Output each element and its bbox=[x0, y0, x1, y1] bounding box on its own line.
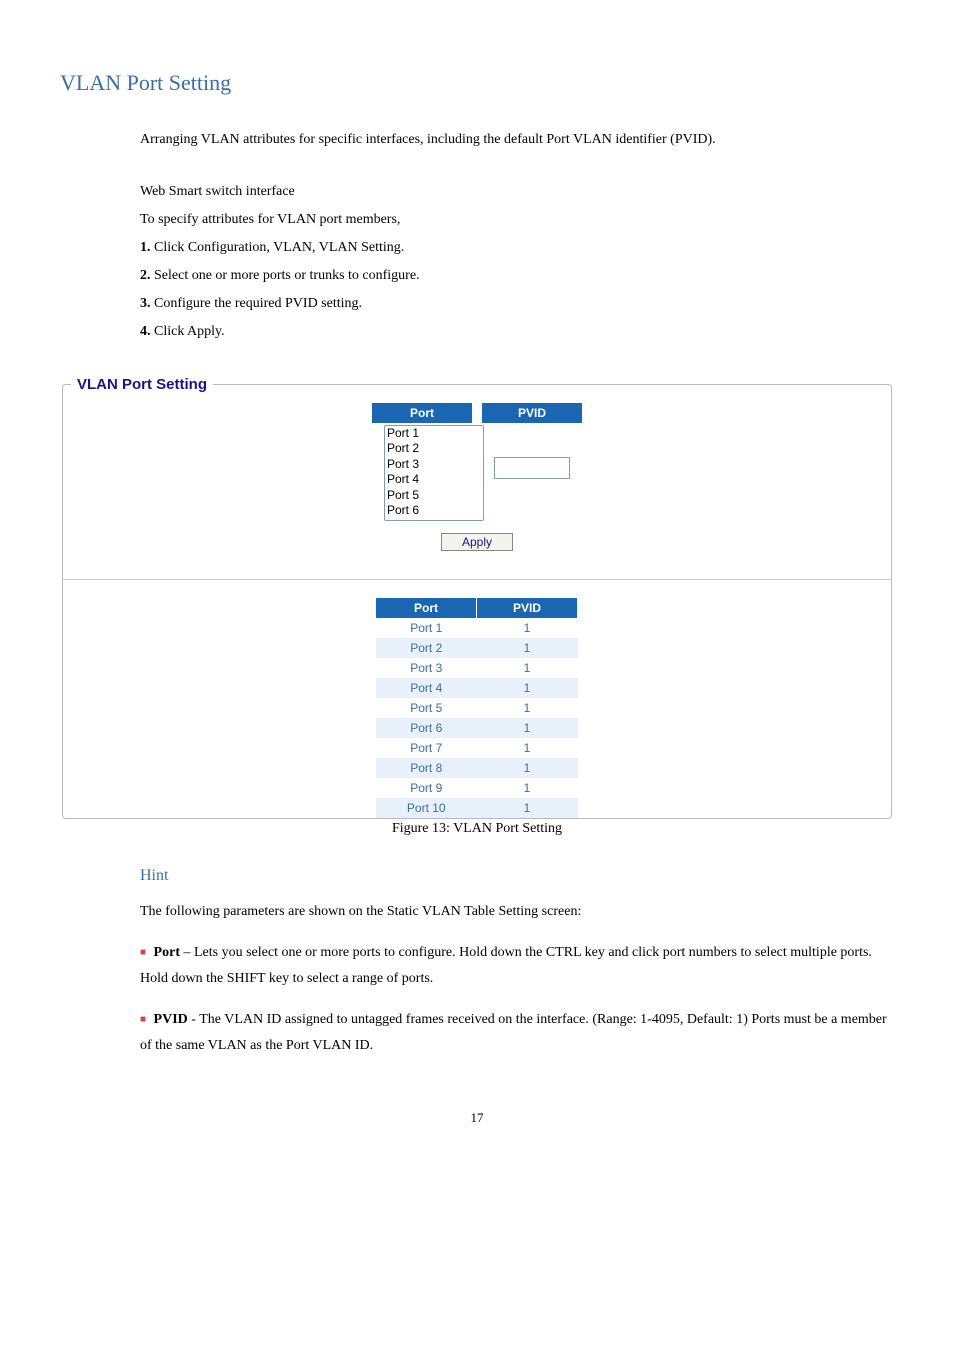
step-text: Configure the required PVID setting. bbox=[151, 296, 363, 311]
form-input-row: Port 1 Port 2 Port 3 Port 4 Port 5 Port … bbox=[384, 425, 570, 521]
port-option[interactable]: Port 1 bbox=[385, 426, 483, 441]
cell-pvid: 1 bbox=[477, 618, 578, 638]
cell-pvid: 1 bbox=[477, 658, 578, 678]
hint-item-text: The VLAN ID assigned to untagged frames … bbox=[140, 1012, 887, 1054]
form-header-row: Port PVID bbox=[372, 403, 582, 423]
cell-pvid: 1 bbox=[477, 698, 578, 718]
figure-caption: Figure 13: VLAN Port Setting bbox=[60, 821, 894, 837]
cell-port: Port 8 bbox=[376, 758, 477, 778]
cell-pvid: 1 bbox=[477, 678, 578, 698]
table-row: Port 61 bbox=[376, 718, 578, 738]
step-2: 2. Select one or more ports or trunks to… bbox=[140, 262, 894, 290]
cell-pvid: 1 bbox=[477, 638, 578, 658]
cell-pvid: 1 bbox=[477, 798, 578, 818]
intro-block: Arranging VLAN attributes for specific i… bbox=[140, 126, 894, 346]
port-option[interactable]: Port 3 bbox=[385, 457, 483, 472]
hint-item-text: Lets you select one or more ports to con… bbox=[140, 945, 872, 987]
table-header-pvid: PVID bbox=[477, 598, 578, 618]
cell-port: Port 9 bbox=[376, 778, 477, 798]
table-row: Port 31 bbox=[376, 658, 578, 678]
hint-item-sep: - bbox=[188, 1012, 199, 1027]
step-1: 1. Click Configuration, VLAN, VLAN Setti… bbox=[140, 234, 894, 262]
form-header-pvid: PVID bbox=[482, 403, 582, 423]
step-num: 2. bbox=[140, 268, 151, 283]
step-3: 3. Configure the required PVID setting. bbox=[140, 290, 894, 318]
cell-port: Port 4 bbox=[376, 678, 477, 698]
step-4: 4. Click Apply. bbox=[140, 318, 894, 346]
bullet-icon: ■ bbox=[140, 1014, 146, 1025]
hint-intro: The following parameters are shown on th… bbox=[140, 899, 894, 926]
table-row: Port 71 bbox=[376, 738, 578, 758]
table-header-port: Port bbox=[376, 598, 477, 618]
web-interface-line: Web Smart switch interface bbox=[140, 178, 894, 206]
port-option[interactable]: Port 2 bbox=[385, 441, 483, 456]
table-row: Port 81 bbox=[376, 758, 578, 778]
form-header-port: Port bbox=[372, 403, 472, 423]
cell-port: Port 1 bbox=[376, 618, 477, 638]
port-option[interactable]: Port 5 bbox=[385, 488, 483, 503]
step-text: Click Apply. bbox=[151, 324, 225, 339]
hint-heading: Hint bbox=[140, 867, 894, 885]
cell-pvid: 1 bbox=[477, 718, 578, 738]
table-header-row: Port PVID bbox=[376, 598, 578, 618]
table-row: Port 51 bbox=[376, 698, 578, 718]
step-text: Select one or more ports or trunks to co… bbox=[151, 268, 420, 283]
specify-line: To specify attributes for VLAN port memb… bbox=[140, 206, 894, 234]
cell-pvid: 1 bbox=[477, 778, 578, 798]
cell-pvid: 1 bbox=[477, 738, 578, 758]
step-num: 1. bbox=[140, 240, 151, 255]
section-title: VLAN Port Setting bbox=[60, 70, 894, 96]
apply-button[interactable]: Apply bbox=[441, 533, 513, 551]
hint-item: ■ PVID - The VLAN ID assigned to untagge… bbox=[140, 1007, 894, 1060]
page-number: 17 bbox=[60, 1110, 894, 1126]
step-text: Click Configuration, VLAN, VLAN Setting. bbox=[151, 240, 405, 255]
table-row: Port 11 bbox=[376, 618, 578, 638]
table-row: Port 101 bbox=[376, 798, 578, 818]
cell-port: Port 3 bbox=[376, 658, 477, 678]
hint-body: The following parameters are shown on th… bbox=[140, 899, 894, 1060]
port-option[interactable]: Port 6 bbox=[385, 503, 483, 518]
cell-pvid: 1 bbox=[477, 758, 578, 778]
table-row: Port 21 bbox=[376, 638, 578, 658]
divider-line bbox=[63, 579, 891, 580]
pvid-input[interactable] bbox=[494, 457, 570, 479]
result-table: Port PVID Port 11 Port 21 Port 31 Port 4… bbox=[376, 598, 578, 818]
vlan-port-setting-fieldset: VLAN Port Setting Port PVID Port 1 Port … bbox=[62, 376, 892, 819]
step-num: 4. bbox=[140, 324, 151, 339]
port-option[interactable]: Port 4 bbox=[385, 472, 483, 487]
bullet-icon: ■ bbox=[140, 947, 146, 958]
hint-item-bold: Port bbox=[154, 945, 180, 960]
fieldset-legend: VLAN Port Setting bbox=[71, 376, 213, 393]
cell-port: Port 10 bbox=[376, 798, 477, 818]
hint-item-sep: – bbox=[180, 945, 194, 960]
intro-text: Arranging VLAN attributes for specific i… bbox=[140, 126, 894, 154]
table-row: Port 41 bbox=[376, 678, 578, 698]
cell-port: Port 7 bbox=[376, 738, 477, 758]
step-num: 3. bbox=[140, 296, 151, 311]
cell-port: Port 2 bbox=[376, 638, 477, 658]
table-row: Port 91 bbox=[376, 778, 578, 798]
cell-port: Port 5 bbox=[376, 698, 477, 718]
hint-item: ■ Port – Lets you select one or more por… bbox=[140, 940, 894, 993]
port-select[interactable]: Port 1 Port 2 Port 3 Port 4 Port 5 Port … bbox=[384, 425, 484, 521]
config-form: Port PVID Port 1 Port 2 Port 3 Port 4 Po… bbox=[63, 393, 891, 561]
hint-item-bold: PVID bbox=[154, 1012, 188, 1027]
cell-port: Port 6 bbox=[376, 718, 477, 738]
